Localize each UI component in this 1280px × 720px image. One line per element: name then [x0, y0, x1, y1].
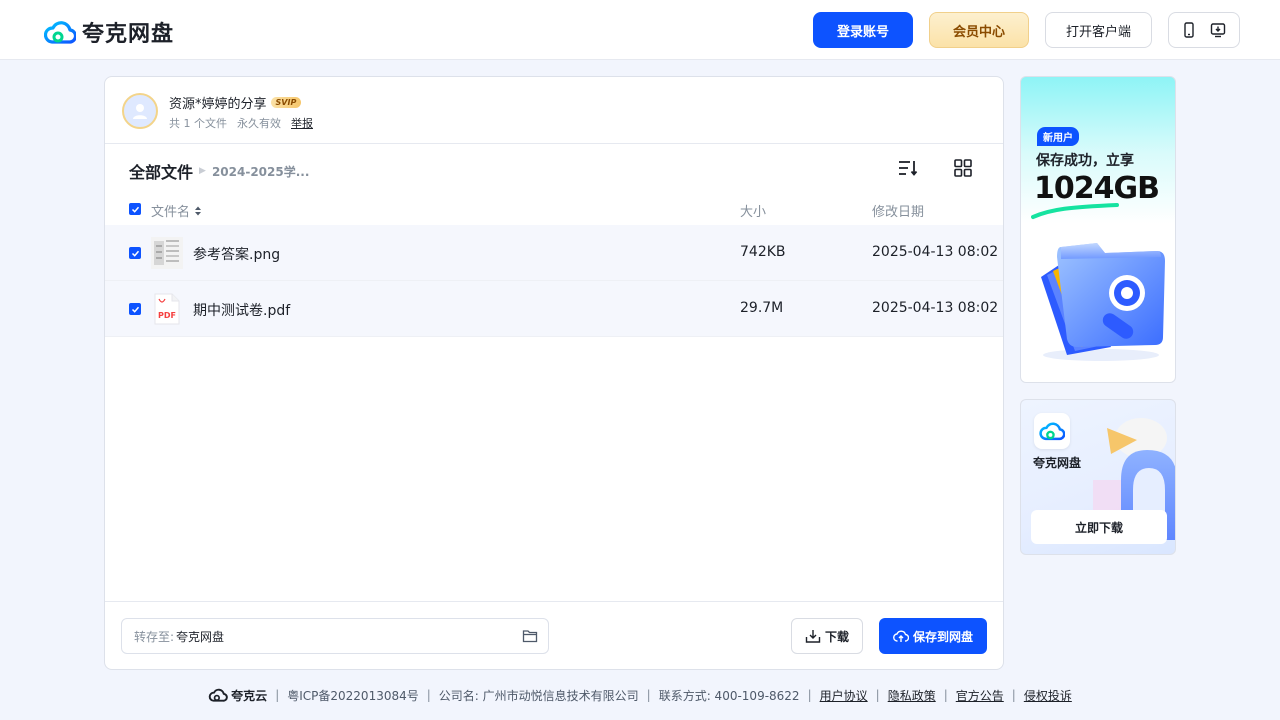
file-size: 29.7M	[740, 300, 784, 316]
swoosh-decoration-icon	[1031, 203, 1119, 219]
file-size: 742KB	[740, 244, 786, 260]
column-name[interactable]: 文件名	[151, 201, 202, 220]
save-to-label: 转存至:	[134, 629, 175, 644]
login-button[interactable]: 登录账号	[813, 12, 913, 48]
pdf-file-icon: PDF	[151, 293, 183, 325]
file-name[interactable]: 参考答案.png	[193, 244, 280, 264]
check-icon	[131, 206, 139, 213]
save-label: 保存到网盘	[912, 629, 973, 644]
download-button[interactable]: 下载	[791, 618, 863, 654]
footer-link-user-agreement[interactable]: 用户协议	[820, 687, 868, 704]
footer-brand: 夸克云	[208, 687, 267, 704]
file-date: 2025-04-13 08:02	[872, 244, 999, 260]
page-footer: 夸克云 | 粤ICP备2022013084号 | 公司名: 广州市动悦信息技术有…	[0, 686, 1280, 704]
desktop-download-icon[interactable]	[1210, 22, 1226, 38]
save-to-value: 夸克网盘	[176, 629, 225, 644]
table-row[interactable]: 参考答案.png 742KB 2025-04-13 08:02	[105, 225, 1003, 281]
footer-brand-text: 夸克云	[231, 688, 268, 703]
share-title: 资源*婷婷的分享	[169, 97, 267, 112]
validity: 永久有效	[237, 117, 281, 130]
footer-link-privacy[interactable]: 隐私政策	[888, 687, 936, 704]
share-meta: 共 1 个文件 永久有效 举报	[169, 115, 313, 131]
device-buttons	[1168, 12, 1240, 48]
app-icon	[1034, 413, 1070, 449]
breadcrumb-current: 2024-2025学...	[211, 164, 310, 179]
svip-badge: SVIP	[270, 97, 302, 108]
check-icon	[131, 306, 139, 313]
file-name[interactable]: 期中测试卷.pdf	[193, 300, 290, 320]
pdf-type-label: PDF	[158, 311, 176, 320]
table-row[interactable]: PDF 期中测试卷.pdf 29.7M 2025-04-13 08:02	[105, 281, 1003, 337]
table-header: 文件名 大小 修改日期	[105, 197, 1003, 225]
share-title-row: 资源*婷婷的分享 SVIP	[169, 93, 302, 112]
app-name: 夸克网盘	[1033, 456, 1082, 470]
share-card: 资源*婷婷的分享 SVIP 共 1 个文件 永久有效 举报 全部文件 ▶ 202…	[104, 76, 1004, 670]
user-icon	[133, 104, 147, 119]
folder-icon[interactable]	[522, 628, 538, 647]
download-now-button[interactable]: 立即下载	[1031, 510, 1167, 544]
image-thumbnail-icon	[151, 237, 183, 269]
new-user-tag: 新用户	[1037, 127, 1079, 146]
cloud-upload-icon	[893, 630, 909, 642]
quark-cloud-mono-icon	[208, 688, 228, 702]
logo[interactable]: 夸克网盘	[44, 16, 174, 48]
save-to-field[interactable]: 转存至: 夸克网盘	[121, 618, 549, 654]
app-download-banner[interactable]: 夸克网盘 立即下载	[1020, 399, 1176, 555]
breadcrumb: 全部文件 ▶ 2024-2025学...	[129, 159, 309, 183]
footer-contact: 联系方式: 400-109-8622	[658, 688, 800, 703]
download-label: 下载	[824, 629, 849, 644]
select-all-checkbox[interactable]	[129, 203, 141, 215]
file-date: 2025-04-13 08:02	[872, 300, 999, 316]
chevron-right-icon: ▶	[199, 166, 206, 176]
footer-link-announcement[interactable]: 官方公告	[956, 687, 1004, 704]
open-client-button[interactable]: 打开客户端	[1045, 12, 1152, 48]
grid-view-icon[interactable]	[952, 157, 974, 179]
action-bar: 转存至: 夸克网盘 下载 保存到网盘	[105, 601, 1003, 669]
avatar	[122, 93, 158, 129]
report-link[interactable]: 举报	[291, 115, 313, 131]
save-to-drive-button[interactable]: 保存到网盘	[879, 618, 987, 654]
footer-company: 公司名: 广州市动悦信息技术有限公司	[438, 688, 639, 703]
download-icon	[805, 630, 821, 643]
row-checkbox[interactable]	[129, 303, 141, 315]
sort-icon[interactable]	[897, 157, 919, 179]
column-name-label: 文件名	[151, 205, 191, 220]
sort-toggle-icon	[195, 206, 202, 215]
promo-line1: 保存成功，立享	[1036, 153, 1134, 169]
vip-center-button[interactable]: 会员中心	[929, 12, 1029, 48]
quark-cloud-app-icon	[1039, 422, 1065, 441]
file-count: 共 1 个文件	[169, 117, 227, 130]
top-header: 夸克网盘 登录账号 会员中心 打开客户端	[0, 0, 1280, 60]
check-icon	[131, 250, 139, 257]
quark-cloud-logo-icon	[44, 21, 76, 44]
folder-illustration-icon	[1041, 243, 1165, 361]
footer-link-infringement[interactable]: 侵权投诉	[1024, 687, 1072, 704]
share-header: 资源*婷婷的分享 SVIP 共 1 个文件 永久有效 举报	[105, 77, 1003, 144]
column-size: 大小	[740, 205, 767, 220]
column-date: 修改日期	[872, 205, 925, 220]
footer-icp[interactable]: 粤ICP备2022013084号	[287, 687, 419, 704]
mobile-icon[interactable]	[1182, 22, 1196, 38]
new-user-promo-banner[interactable]: 新用户 保存成功，立享 1024GB	[1020, 76, 1176, 383]
row-checkbox[interactable]	[129, 247, 141, 259]
logo-text: 夸克网盘	[82, 22, 175, 47]
breadcrumb-root[interactable]: 全部文件	[129, 159, 193, 183]
